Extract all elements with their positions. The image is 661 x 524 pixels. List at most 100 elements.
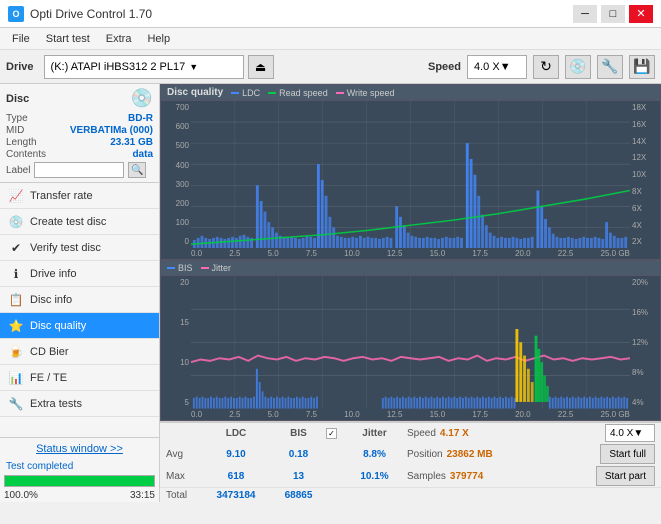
samples-label: Samples [407, 471, 446, 482]
bis-col-header: BIS [290, 428, 307, 439]
top-chart-svg [191, 101, 630, 248]
bottom-x-axis: 0.0 2.5 5.0 7.5 10.0 12.5 15.0 17.5 20.0… [161, 409, 660, 420]
max-ldc: 618 [228, 471, 245, 482]
drive-info-icon: ℹ [8, 266, 24, 282]
cd-bier-icon: 🍺 [8, 344, 24, 360]
left-panel: Disc 💿 Type BD-R MID VERBATIMa (000) Len… [0, 84, 160, 502]
menu-extra[interactable]: Extra [98, 31, 140, 47]
bis-legend: BIS [167, 263, 193, 273]
max-label: Max [166, 471, 185, 482]
total-bis: 68865 [285, 490, 313, 501]
write-speed-legend-label: Write speed [347, 88, 395, 98]
jitter-checkbox[interactable]: ✓ [326, 428, 337, 439]
sidebar-item-disc-quality[interactable]: ⭐ Disc quality [0, 313, 159, 339]
top-y-axis-left: 700 600 500 400 300 200 100 0 [161, 101, 191, 248]
eject-button[interactable]: ⏏ [248, 55, 274, 79]
sidebar-item-create-test-disc[interactable]: 💿 Create test disc [0, 209, 159, 235]
status-window-button[interactable]: Status window >> [0, 438, 159, 460]
menu-start-test[interactable]: Start test [38, 31, 98, 47]
top-x-axis: 0.0 2.5 5.0 7.5 10.0 12.5 15.0 17.5 20.0… [161, 248, 660, 259]
samples-value: 379774 [450, 471, 483, 482]
disc-label-input[interactable] [34, 162, 124, 178]
close-button[interactable]: ✕ [629, 5, 653, 23]
nav-disc-quality-label: Disc quality [30, 320, 86, 332]
nav-disc-info-label: Disc info [30, 294, 72, 306]
sidebar-item-extra-tests[interactable]: 🔧 Extra tests [0, 391, 159, 417]
maximize-button[interactable]: □ [601, 5, 625, 23]
progress-percentage: 100.0% [4, 490, 38, 501]
menu-file[interactable]: File [4, 31, 38, 47]
bis-legend-dot [167, 267, 175, 269]
bottom-chart: BIS Jitter 20 15 10 5 [160, 260, 661, 421]
stats-speed-arrow-icon: ▼ [633, 428, 643, 439]
disc-image-icon: 💿 [131, 88, 153, 109]
bottom-chart-svg [191, 276, 630, 409]
status-text: Test completed [0, 460, 159, 473]
ldc-legend-label: LDC [242, 88, 260, 98]
menu-bar: File Start test Extra Help [0, 28, 661, 50]
jitter-legend-label: Jitter [212, 263, 232, 273]
refresh-button[interactable]: ↻ [533, 55, 559, 79]
speed-label: Speed [428, 61, 461, 73]
disc-icon: 💿 [569, 58, 586, 75]
transfer-rate-icon: 📈 [8, 188, 24, 204]
extra-tests-icon: 🔧 [8, 396, 24, 412]
disc-label-button[interactable]: 🔍 [128, 162, 146, 178]
top-chart: Disc quality LDC Read speed Write speed … [160, 84, 661, 260]
disc-section: Disc 💿 Type BD-R MID VERBATIMa (000) Len… [0, 84, 159, 183]
main-area: Disc 💿 Type BD-R MID VERBATIMa (000) Len… [0, 84, 661, 502]
menu-help[interactable]: Help [139, 31, 178, 47]
disc-mid-row: MID VERBATIMa (000) [6, 125, 153, 136]
dropdown-arrow-icon: ▼ [189, 62, 198, 72]
nav-fe-te-label: FE / TE [30, 372, 67, 384]
disc-button[interactable]: 💿 [565, 55, 591, 79]
speed-stat-value: 4.17 X [440, 428, 469, 439]
sidebar-item-fe-te[interactable]: 📊 FE / TE [0, 365, 159, 391]
jitter-col-header: Jitter [362, 428, 386, 439]
nav-create-test-disc-label: Create test disc [30, 216, 106, 228]
write-speed-legend: Write speed [336, 88, 395, 98]
avg-ldc: 9.10 [226, 449, 245, 460]
bottom-chart-header: BIS Jitter [161, 261, 660, 276]
stats-speed-dropdown[interactable]: 4.0 X ▼ [605, 424, 655, 442]
minimize-button[interactable]: ─ [573, 5, 597, 23]
top-chart-inner: 700 600 500 400 300 200 100 0 [161, 101, 660, 248]
app-icon: O [8, 6, 24, 22]
avg-jitter: 8.8% [363, 449, 386, 460]
settings-icon: 🔧 [601, 58, 618, 75]
nav-verify-test-disc-label: Verify test disc [30, 242, 101, 254]
sidebar-item-drive-info[interactable]: ℹ Drive info [0, 261, 159, 287]
disc-contents-row: Contents data [6, 149, 153, 160]
drive-dropdown[interactable]: (K:) ATAPI iHBS312 2 PL17 ▼ [44, 55, 244, 79]
avg-bis: 0.18 [289, 449, 308, 460]
bis-legend-label: BIS [178, 263, 193, 273]
title-bar-left: O Opti Drive Control 1.70 [8, 6, 152, 22]
start-part-button[interactable]: Start part [596, 466, 655, 486]
read-speed-legend-label: Read speed [279, 88, 328, 98]
position-value: 23862 MB [447, 449, 493, 460]
disc-info-icon: 📋 [8, 292, 24, 308]
settings-button[interactable]: 🔧 [597, 55, 623, 79]
top-chart-plot [191, 101, 630, 248]
title-bar: O Opti Drive Control 1.70 ─ □ ✕ [0, 0, 661, 28]
disc-type-key: Type [6, 113, 28, 124]
speed-dropdown[interactable]: 4.0 X ▼ [467, 55, 527, 79]
disc-quality-icon: ⭐ [8, 318, 24, 334]
start-full-button[interactable]: Start full [600, 444, 655, 464]
bottom-stats-panel: LDC BIS ✓ Jitter Speed 4.17 X 4.0 X ▼ [160, 421, 661, 502]
position-label: Position [407, 449, 443, 460]
sidebar-item-verify-test-disc[interactable]: ✔ Verify test disc [0, 235, 159, 261]
save-button[interactable]: 💾 [629, 55, 655, 79]
nav-menu: 📈 Transfer rate 💿 Create test disc ✔ Ver… [0, 183, 159, 417]
sidebar-item-disc-info[interactable]: 📋 Disc info [0, 287, 159, 313]
sidebar-item-transfer-rate[interactable]: 📈 Transfer rate [0, 183, 159, 209]
sidebar-item-cd-bier[interactable]: 🍺 CD Bier [0, 339, 159, 365]
avg-label: Avg [166, 449, 183, 460]
drive-value: (K:) ATAPI iHBS312 2 PL17 [51, 61, 186, 73]
create-test-disc-icon: 💿 [8, 214, 24, 230]
bottom-y-axis-left: 20 15 10 5 [161, 276, 191, 409]
eject-icon: ⏏ [255, 60, 266, 74]
disc-header: Disc 💿 [6, 88, 153, 109]
read-speed-legend-dot [268, 92, 276, 94]
disc-mid-value: VERBATIMa (000) [70, 125, 153, 136]
